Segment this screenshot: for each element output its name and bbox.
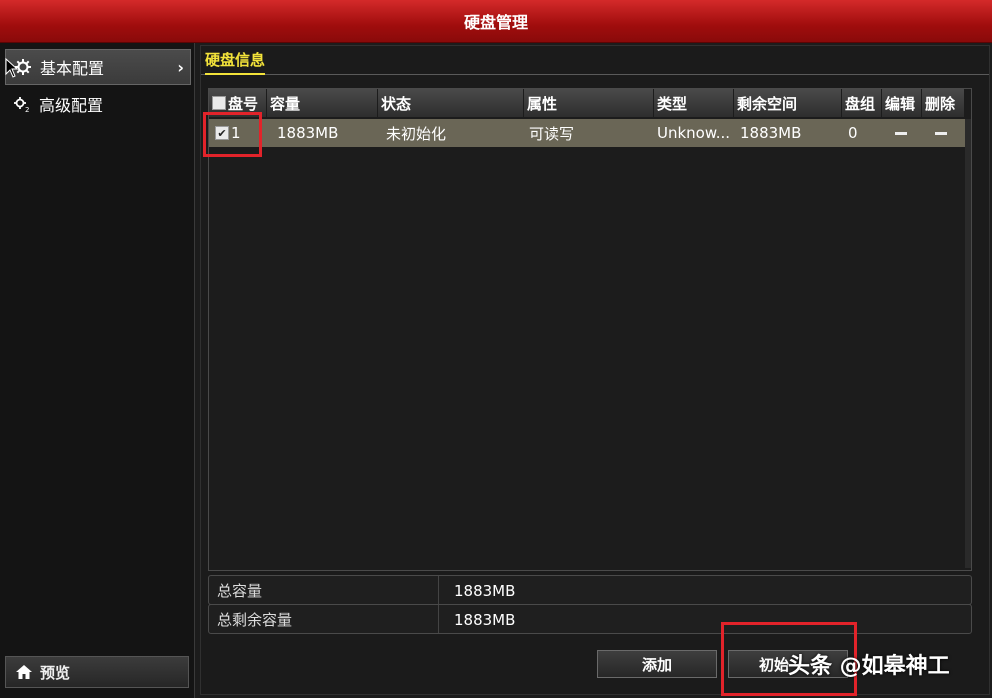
- column-header-type[interactable]: 类型: [654, 89, 734, 117]
- chevron-right-icon: ›: [177, 57, 184, 77]
- watermark-text: 头条 @如皋神工: [788, 654, 950, 679]
- column-header-attribute[interactable]: 属性: [524, 89, 654, 117]
- sidebar: 基本配置 › 2 高级配置 预览: [0, 43, 195, 698]
- capacity-cell: 1883MB: [277, 124, 339, 142]
- select-all-checkbox[interactable]: [212, 96, 226, 110]
- window-title: 硬盘管理: [463, 13, 528, 32]
- total-capacity-row: 总容量 1883MB: [208, 575, 972, 605]
- home-icon: [16, 665, 32, 679]
- total-capacity-label: 总容量: [217, 582, 263, 600]
- annotation-box-checkbox: [203, 112, 262, 157]
- table-row[interactable]: ✔ 1 1883MB 未初始化 可读写 Unknow... 1883MB 0: [209, 119, 965, 147]
- divider: [438, 576, 439, 604]
- column-header-edit[interactable]: 编辑: [882, 89, 922, 117]
- edit-dash-icon[interactable]: [895, 131, 907, 135]
- column-header-group[interactable]: 盘组: [842, 89, 882, 117]
- tab-bar: 硬盘信息: [201, 46, 989, 75]
- window-title-bar: 硬盘管理: [0, 0, 992, 43]
- type-cell: Unknow...: [657, 124, 731, 142]
- svg-text:2: 2: [25, 106, 29, 113]
- gear-advanced-icon: 2: [13, 95, 39, 113]
- preview-label: 预览: [40, 663, 71, 682]
- mouse-cursor-icon: [5, 57, 19, 82]
- total-free-row: 总剩余容量 1883MB: [208, 604, 972, 634]
- status-cell: 未初始化: [386, 124, 447, 143]
- table-header: 盘号 容量 状态 属性 类型 剩余空间 盘组 编辑 删除: [209, 89, 971, 117]
- disk-table: 盘号 容量 状态 属性 类型 剩余空间 盘组 编辑 删除 ✔ 1 1883MB …: [208, 88, 972, 571]
- total-free-label: 总剩余容量: [217, 611, 293, 629]
- sidebar-item-basic-config[interactable]: 基本配置 ›: [5, 49, 191, 85]
- sidebar-item-label: 基本配置: [40, 59, 105, 78]
- divider: [438, 605, 439, 633]
- sidebar-item-advanced-config[interactable]: 2 高级配置: [5, 87, 189, 121]
- total-capacity-value: 1883MB: [454, 582, 516, 600]
- main-panel: 硬盘信息 盘号 容量 状态 属性 类型 剩余空间 盘组 编辑 删除 ✔ 1 18…: [200, 45, 990, 695]
- total-free-value: 1883MB: [454, 611, 516, 629]
- edit-cell: [882, 119, 922, 147]
- free-space-cell: 1883MB: [740, 124, 802, 142]
- attribute-cell: 可读写: [529, 124, 575, 143]
- delete-cell: [922, 119, 965, 147]
- preview-button[interactable]: 预览: [5, 656, 189, 688]
- sidebar-item-label: 高级配置: [39, 96, 104, 115]
- delete-dash-icon[interactable]: [935, 131, 947, 135]
- tab-disk-info[interactable]: 硬盘信息: [205, 49, 266, 75]
- column-header-delete[interactable]: 删除: [922, 89, 965, 117]
- add-button[interactable]: 添加: [597, 650, 717, 678]
- column-header-capacity[interactable]: 容量: [267, 89, 378, 117]
- group-cell: 0: [848, 124, 858, 142]
- vertical-scrollbar[interactable]: [965, 119, 971, 568]
- column-header-status[interactable]: 状态: [378, 89, 524, 117]
- column-header-free-space[interactable]: 剩余空间: [734, 89, 842, 117]
